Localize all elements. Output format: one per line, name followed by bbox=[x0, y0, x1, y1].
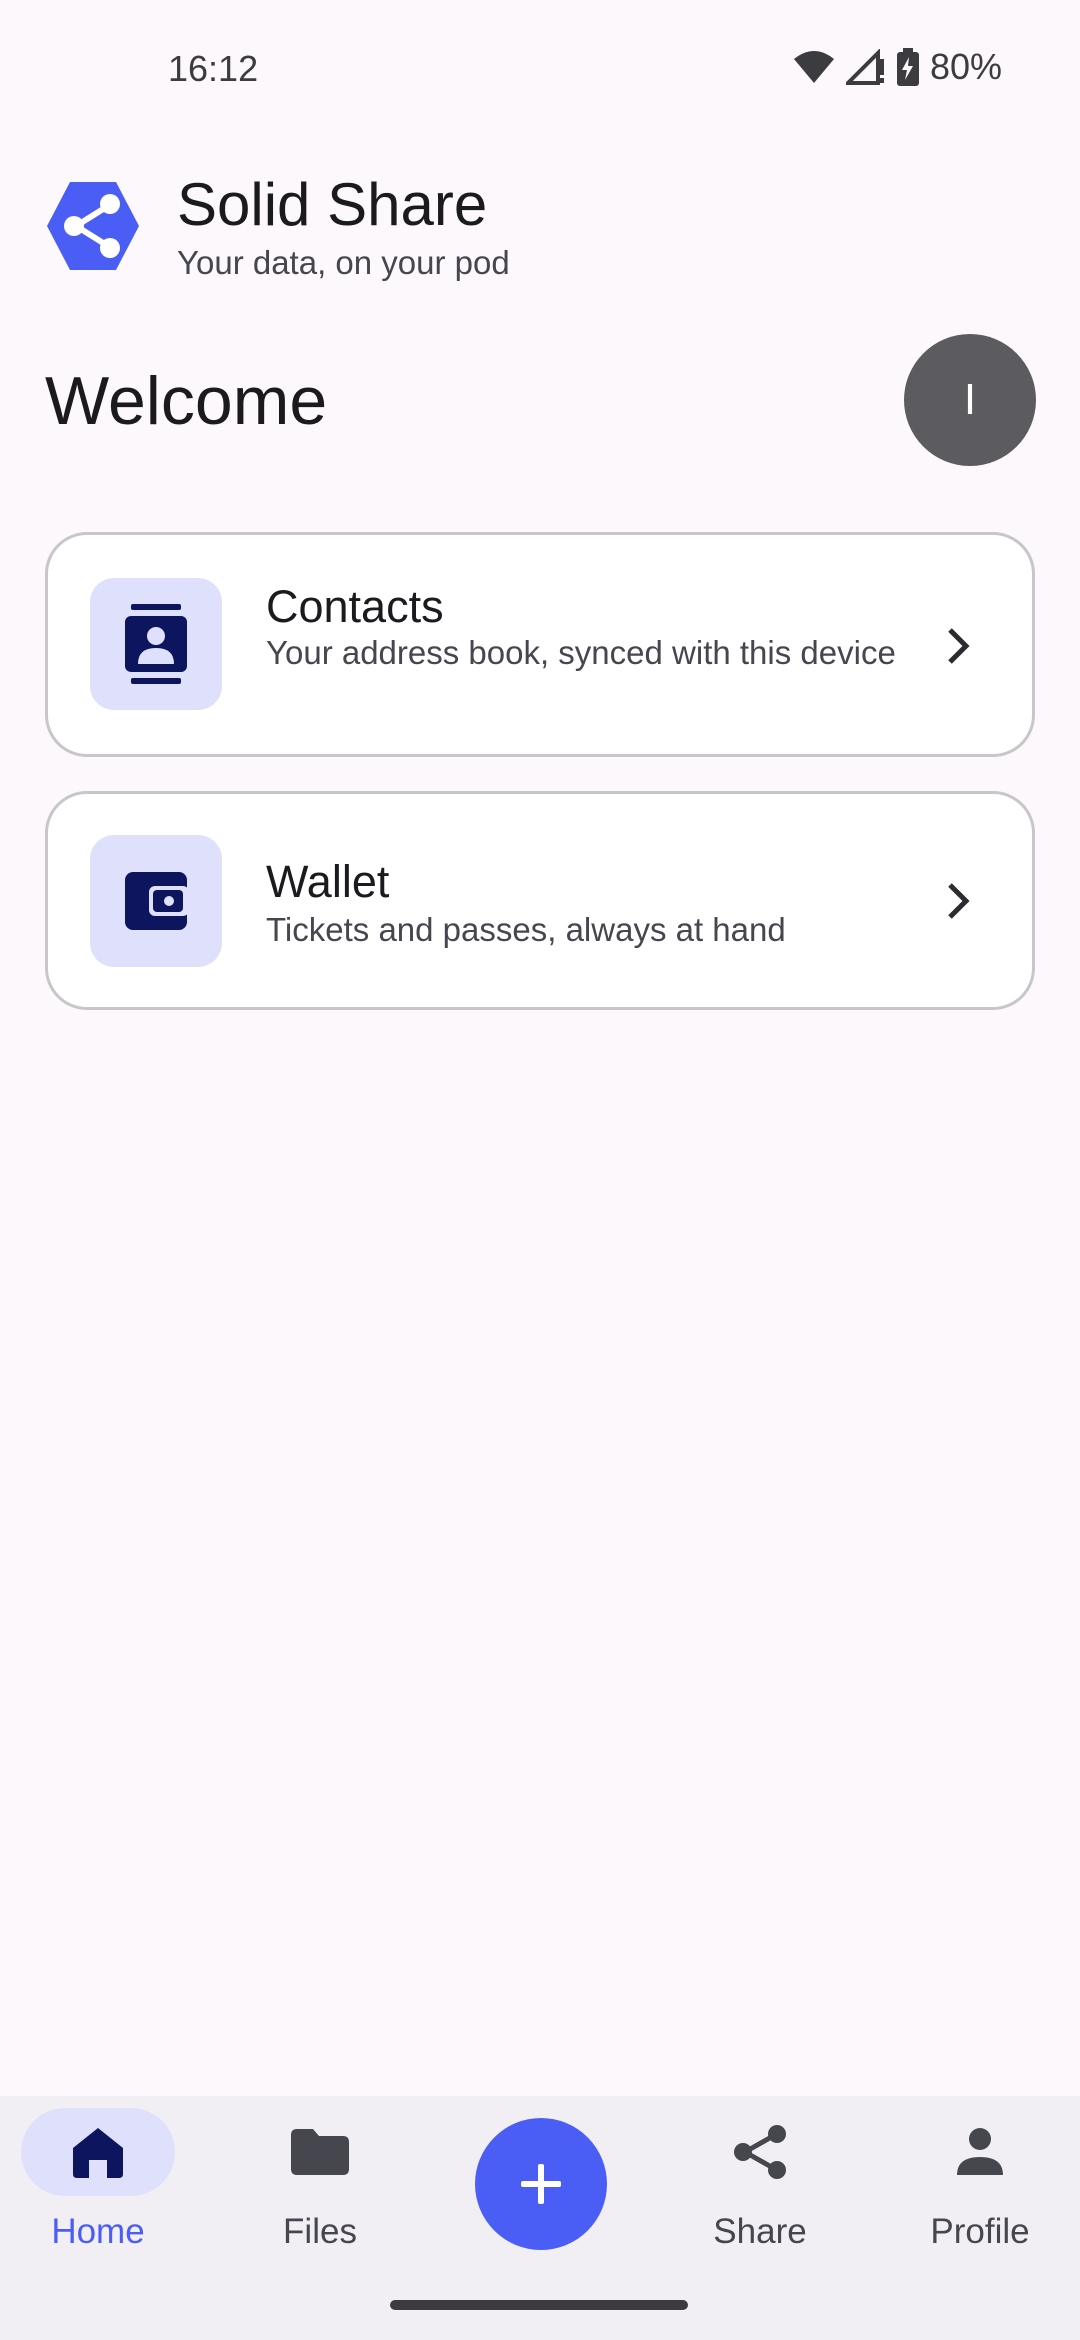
nav-files-label: Files bbox=[283, 2212, 357, 2251]
nav-files[interactable]: Files bbox=[235, 2108, 405, 2252]
wallet-icon bbox=[125, 872, 187, 930]
app-logo-icon bbox=[47, 182, 139, 270]
plus-icon bbox=[521, 2164, 561, 2204]
nav-share-label: Share bbox=[713, 2212, 807, 2251]
contacts-title: Contacts bbox=[266, 581, 444, 632]
status-time: 16:12 bbox=[168, 48, 259, 89]
chevron-right-icon bbox=[948, 628, 970, 664]
gesture-handle[interactable] bbox=[390, 2300, 688, 2310]
folder-icon bbox=[291, 2129, 349, 2175]
app-subtitle: Your data, on your pod bbox=[177, 244, 510, 281]
avatar[interactable]: I bbox=[904, 334, 1036, 466]
share-icon bbox=[734, 2125, 786, 2179]
nav-share[interactable]: Share bbox=[675, 2108, 845, 2252]
chevron-right-icon bbox=[948, 883, 970, 919]
contacts-description: Your address book, synced with this devi… bbox=[266, 634, 896, 671]
contacts-icon-container bbox=[90, 578, 222, 710]
person-icon bbox=[957, 2128, 1003, 2175]
battery-charging-icon bbox=[896, 48, 919, 86]
status-bar: 16:12 80% bbox=[0, 0, 1080, 140]
wallet-card[interactable]: Wallet Tickets and passes, always at han… bbox=[45, 791, 1035, 1010]
battery-percent: 80% bbox=[929, 46, 1002, 87]
nav-profile-label: Profile bbox=[930, 2212, 1030, 2251]
add-fab-button[interactable] bbox=[475, 2118, 607, 2250]
nav-home-label: Home bbox=[51, 2212, 145, 2251]
wallet-title: Wallet bbox=[266, 856, 390, 907]
wallet-icon-container bbox=[90, 835, 222, 967]
contacts-card[interactable]: Contacts Your address book, synced with … bbox=[45, 532, 1035, 757]
nav-profile[interactable]: Profile bbox=[895, 2108, 1065, 2252]
status-icons: 80% bbox=[792, 46, 1002, 88]
wifi-icon bbox=[793, 51, 834, 83]
welcome-heading: Welcome bbox=[45, 363, 328, 439]
wallet-description: Tickets and passes, always at hand bbox=[266, 911, 786, 948]
home-icon bbox=[73, 2128, 123, 2178]
contacts-book-icon bbox=[125, 604, 187, 684]
nav-home-indicator bbox=[21, 2108, 175, 2196]
nav-home[interactable]: Home bbox=[13, 2108, 183, 2252]
app-title: Solid Share bbox=[177, 171, 488, 238]
signal-icon bbox=[845, 49, 884, 85]
